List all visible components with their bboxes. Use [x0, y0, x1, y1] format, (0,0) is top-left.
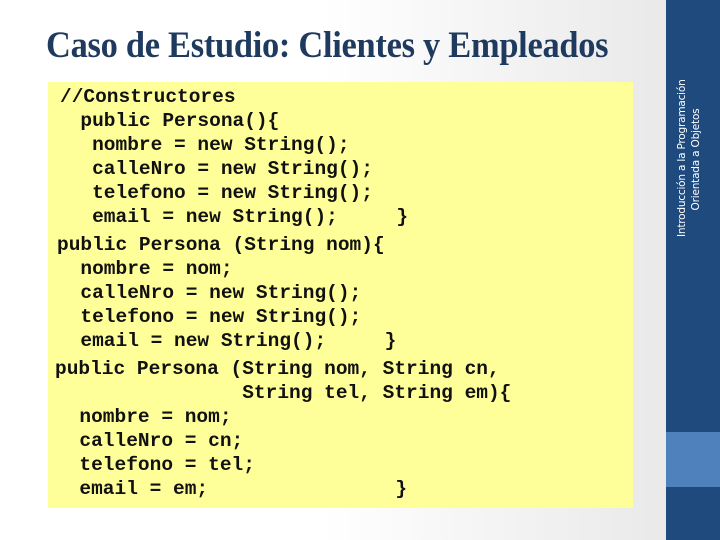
course-name-line-1: Introducción a la Programación [676, 79, 688, 237]
sidebar-accent-band [666, 432, 720, 487]
code-line: //Constructores [60, 86, 236, 108]
code-line: public Persona (String nom){ [57, 234, 385, 256]
code-line: email = new String(); } [57, 330, 397, 352]
code-line: public Persona(){ [57, 110, 280, 132]
code-line: nombre = new String(); [57, 134, 350, 156]
code-line: email = new String(); } [57, 206, 409, 228]
code-line: calleNro = new String(); [57, 158, 373, 180]
slide-title: Caso de Estudio: Clientes y Empleados [46, 25, 609, 66]
code-line: telefono = new String(); [57, 306, 362, 328]
code-line: email = em; } [56, 478, 408, 500]
code-line: public Persona (String nom, String cn, [55, 358, 500, 380]
code-line: nombre = nom; [57, 258, 233, 280]
code-listing: //Constructores public Persona(){ nombre… [55, 82, 511, 500]
course-name: Introducción a la Programación Orientada… [675, 79, 703, 237]
code-block: //Constructores public Persona(){ nombre… [48, 82, 633, 508]
code-line: calleNro = new String(); [57, 282, 362, 304]
code-line: nombre = nom; [56, 406, 232, 428]
code-line: calleNro = cn; [56, 430, 244, 452]
slide: Caso de Estudio: Clientes y Empleados //… [0, 0, 720, 540]
sidebar: Introducción a la Programación Orientada… [666, 0, 720, 540]
course-name-line-2: Orientada a Objetos [690, 108, 702, 211]
code-line: telefono = tel; [56, 454, 255, 476]
code-line: String tel, String em){ [55, 382, 512, 404]
code-line: telefono = new String(); [57, 182, 373, 204]
